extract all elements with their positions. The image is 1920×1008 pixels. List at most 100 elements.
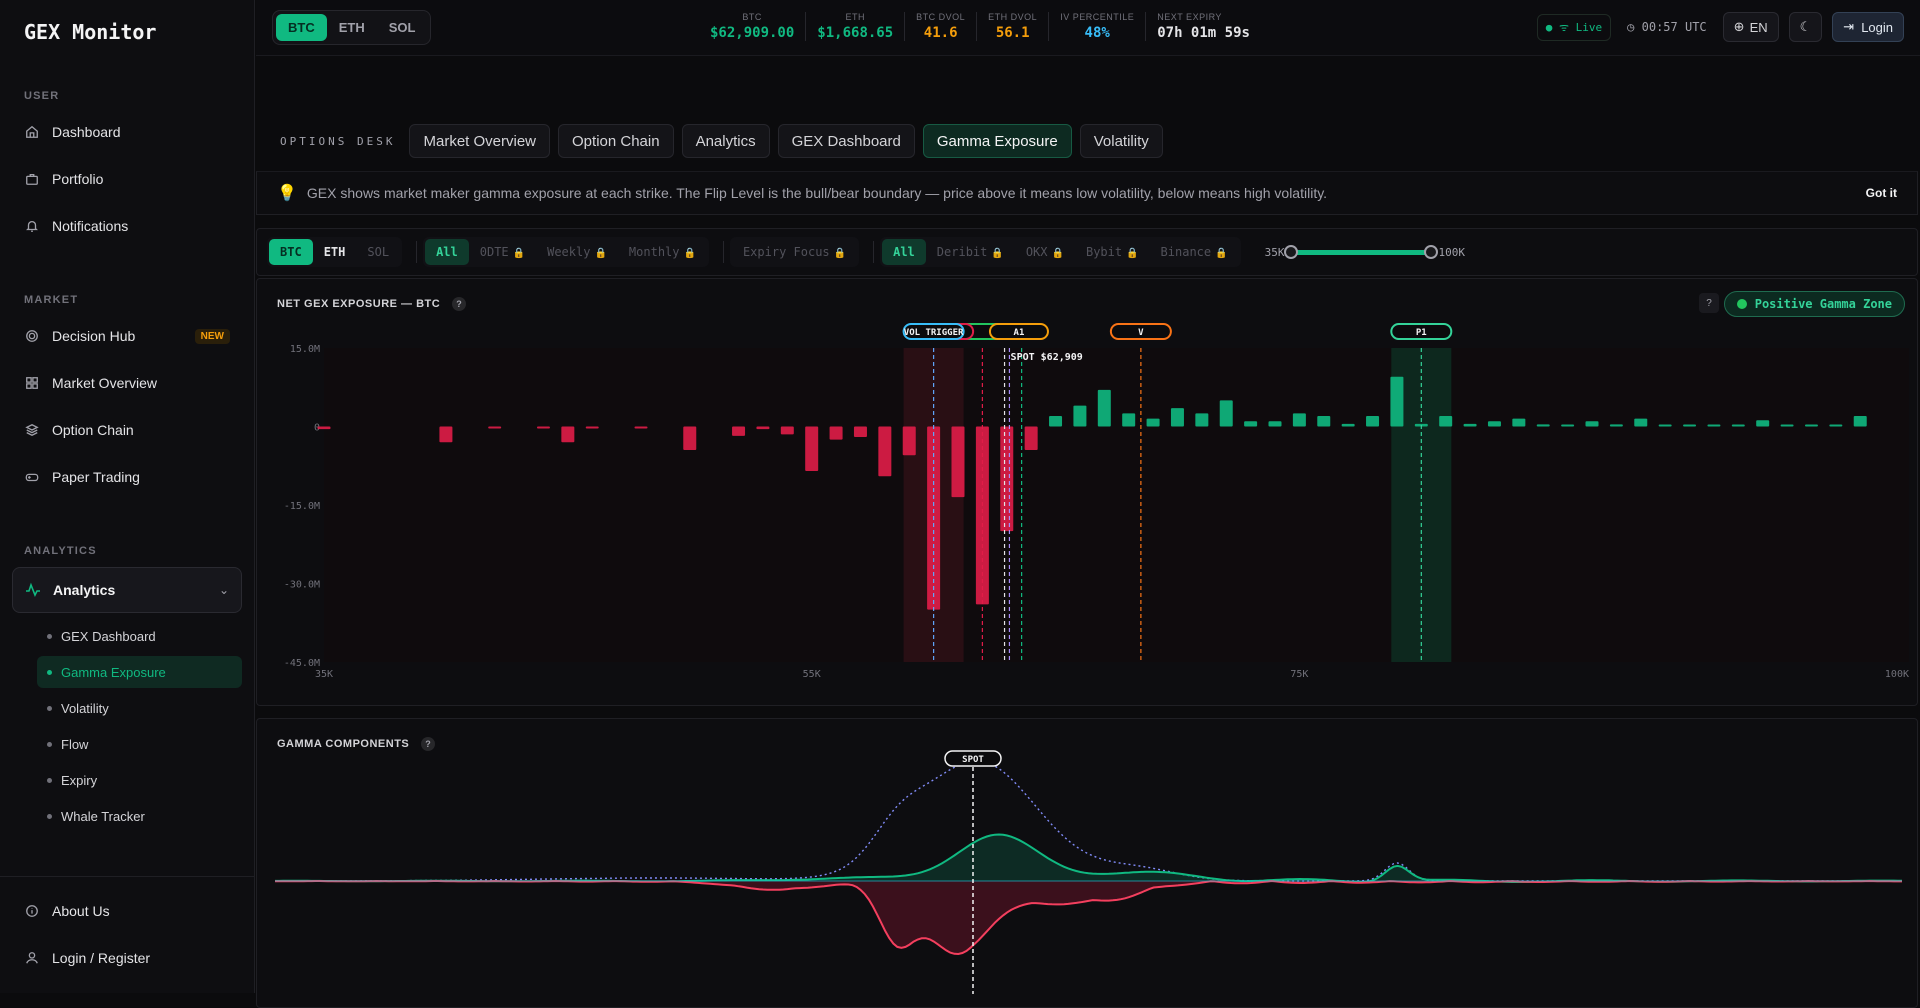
theme-toggle-button[interactable]: ☾ [1788, 12, 1823, 42]
sidebar-item-analytics[interactable]: Analytics ⌄ [12, 567, 242, 613]
filter-exchange-binance[interactable]: Binance 🔒 [1150, 239, 1239, 265]
sidebar-item-option-chain[interactable]: Option Chain [12, 410, 242, 450]
range-max-handle[interactable] [1424, 244, 1439, 259]
language-button[interactable]: ⊕ EN [1722, 12, 1779, 42]
gex-bar [756, 426, 770, 430]
filter-focus-group: Expiry Focus 🔒 [729, 237, 860, 267]
filter-expiry-monthly[interactable]: Monthly 🔒 [618, 239, 707, 265]
positive-gamma-area [275, 834, 1902, 882]
gex-bar [683, 426, 697, 451]
lock-icon: 🔒 [1051, 248, 1064, 259]
marker-vol-trigger-pill-label: VOL TRIGGER [904, 328, 964, 338]
ticker-value: $1,668.65 [817, 25, 894, 41]
gex-bar [1683, 424, 1697, 427]
gex-bar [488, 426, 502, 429]
filter-exchange-bybit[interactable]: Bybit 🔒 [1075, 239, 1150, 265]
gex-bar [439, 426, 453, 443]
filter-expiry-weekly[interactable]: Weekly 🔒 [536, 239, 618, 265]
asset-sol-button[interactable]: SOL [377, 14, 428, 41]
tab-volatility[interactable]: Volatility [1079, 124, 1163, 158]
tab-option-chain[interactable]: Option Chain [558, 124, 674, 158]
ticker-label: BTC [742, 12, 762, 22]
tab-gex-dashboard[interactable]: GEX Dashboard [777, 124, 915, 158]
sidebar-item-label: Option Chain [52, 422, 134, 438]
dismiss-banner-button[interactable]: Got it [1866, 186, 1897, 200]
gex-bar [780, 426, 794, 435]
sidebar-item-portfolio[interactable]: Portfolio [12, 159, 242, 199]
gex-bar [1804, 424, 1818, 427]
ticker-3: ETH DVOL 56.1 [977, 12, 1050, 41]
home-icon [24, 124, 40, 140]
topbar-actions: ● ᯤ Live ◷ 00:57 UTC ⊕ EN ☾ ⇥ Login [1536, 12, 1904, 42]
live-status-badge: ● ᯤ Live [1536, 13, 1612, 41]
total-gamma-line [275, 760, 1902, 882]
brand-logo[interactable]: GEX Monitor [0, 0, 254, 64]
y-tick-label: 15.0M [290, 344, 320, 355]
sidebar-sub-whale-tracker[interactable]: Whale Tracker [37, 800, 242, 832]
desk-tabs: OPTIONS DESK Market Overview Option Chai… [256, 124, 1171, 158]
gamepad-icon [24, 469, 40, 485]
gex-bar [732, 426, 746, 436]
filter-asset-sol[interactable]: SOL [356, 239, 400, 265]
gex-bar [829, 426, 843, 440]
sidebar-item-dashboard[interactable]: Dashboard [12, 112, 242, 152]
filter-expiry-all[interactable]: All [425, 239, 469, 265]
sidebar-item-market-overview[interactable]: Market Overview [12, 363, 242, 403]
gex-bar [1658, 424, 1672, 427]
expiry-focus-button[interactable]: Expiry Focus 🔒 [732, 239, 857, 265]
sub-item-label: Expiry [61, 772, 98, 788]
asset-btc-button[interactable]: BTC [276, 14, 327, 41]
filter-expiry-0dte[interactable]: 0DTE 🔒 [469, 239, 536, 265]
expiry-label: Weekly [547, 245, 591, 259]
range-track[interactable] [1284, 244, 1439, 259]
filter-exchange-group: All Deribit 🔒 OKX 🔒 Bybit 🔒 Binance 🔒 [880, 237, 1241, 267]
sidebar-item-about[interactable]: About Us [12, 891, 242, 931]
gex-bar [951, 426, 965, 498]
sidebar-item-decision-hub[interactable]: Decision Hub NEW [12, 316, 242, 356]
bullet-icon [47, 669, 52, 675]
banner-text: GEX shows market maker gamma exposure at… [306, 185, 1328, 201]
bullet-icon [47, 777, 52, 783]
exchange-label: Binance [1160, 245, 1212, 259]
sidebar-sub-gamma-exposure[interactable]: Gamma Exposure [37, 656, 242, 688]
filter-exchange-deribit[interactable]: Deribit 🔒 [926, 239, 1015, 265]
gex-bar [1853, 416, 1867, 427]
range-min-handle[interactable] [1284, 244, 1299, 259]
ticker-label: NEXT EXPIRY [1157, 12, 1222, 22]
asset-switcher: BTC ETH SOL [272, 10, 432, 45]
tab-market-overview[interactable]: Market Overview [409, 124, 551, 158]
sidebar-item-paper-trading[interactable]: Paper Trading [12, 457, 242, 497]
sidebar-item-label: Market Overview [52, 375, 158, 391]
filter-exchange-okx[interactable]: OKX 🔒 [1015, 239, 1075, 265]
gamma-components-chart[interactable]: SPOT [257, 719, 1917, 994]
gex-bar [1268, 421, 1282, 427]
ticker-4: IV PERCENTILE 48% [1049, 12, 1147, 41]
tab-analytics[interactable]: Analytics [681, 124, 770, 158]
sub-item-label: Volatility [61, 700, 109, 716]
lock-icon: 🔒 [1215, 248, 1228, 259]
marker-v-pill-label: V [1138, 328, 1144, 338]
asset-eth-button[interactable]: ETH [327, 14, 377, 41]
net-gex-chart[interactable]: 15.0M0-15.0M-30.0M-45.0M35K55K75K100KNVO… [257, 279, 1917, 707]
x-tick-label: 100K [1885, 669, 1909, 680]
filter-asset-btc[interactable]: BTC [269, 239, 313, 265]
tab-gamma-exposure[interactable]: Gamma Exposure [922, 124, 1072, 158]
sidebar-sub-flow[interactable]: Flow [37, 728, 242, 760]
sidebar-sub-expiry[interactable]: Expiry [37, 764, 242, 796]
gex-bar [1609, 424, 1623, 427]
bell-icon [24, 218, 40, 234]
sidebar-sub-gex-dashboard[interactable]: GEX Dashboard [37, 620, 242, 652]
y-tick-label: -15.0M [284, 501, 320, 512]
ticker-value: 07h 01m 59s [1157, 25, 1250, 41]
chevron-down-icon[interactable]: ⌄ [219, 583, 229, 597]
strike-range-slider: 35K 100K [1265, 244, 1465, 259]
sidebar-item-login-register[interactable]: Login / Register [12, 938, 242, 978]
ticker-value: 41.6 [923, 25, 958, 41]
sidebar-sub-volatility[interactable]: Volatility [37, 692, 242, 724]
filter-exchange-all[interactable]: All [882, 239, 926, 265]
ticker-5: NEXT EXPIRY 07h 01m 59s [1146, 12, 1261, 41]
login-button[interactable]: ⇥ Login [1832, 12, 1904, 42]
gex-bar [1731, 424, 1745, 427]
sidebar-item-notifications[interactable]: Notifications [12, 206, 242, 246]
filter-asset-eth[interactable]: ETH [313, 239, 357, 265]
